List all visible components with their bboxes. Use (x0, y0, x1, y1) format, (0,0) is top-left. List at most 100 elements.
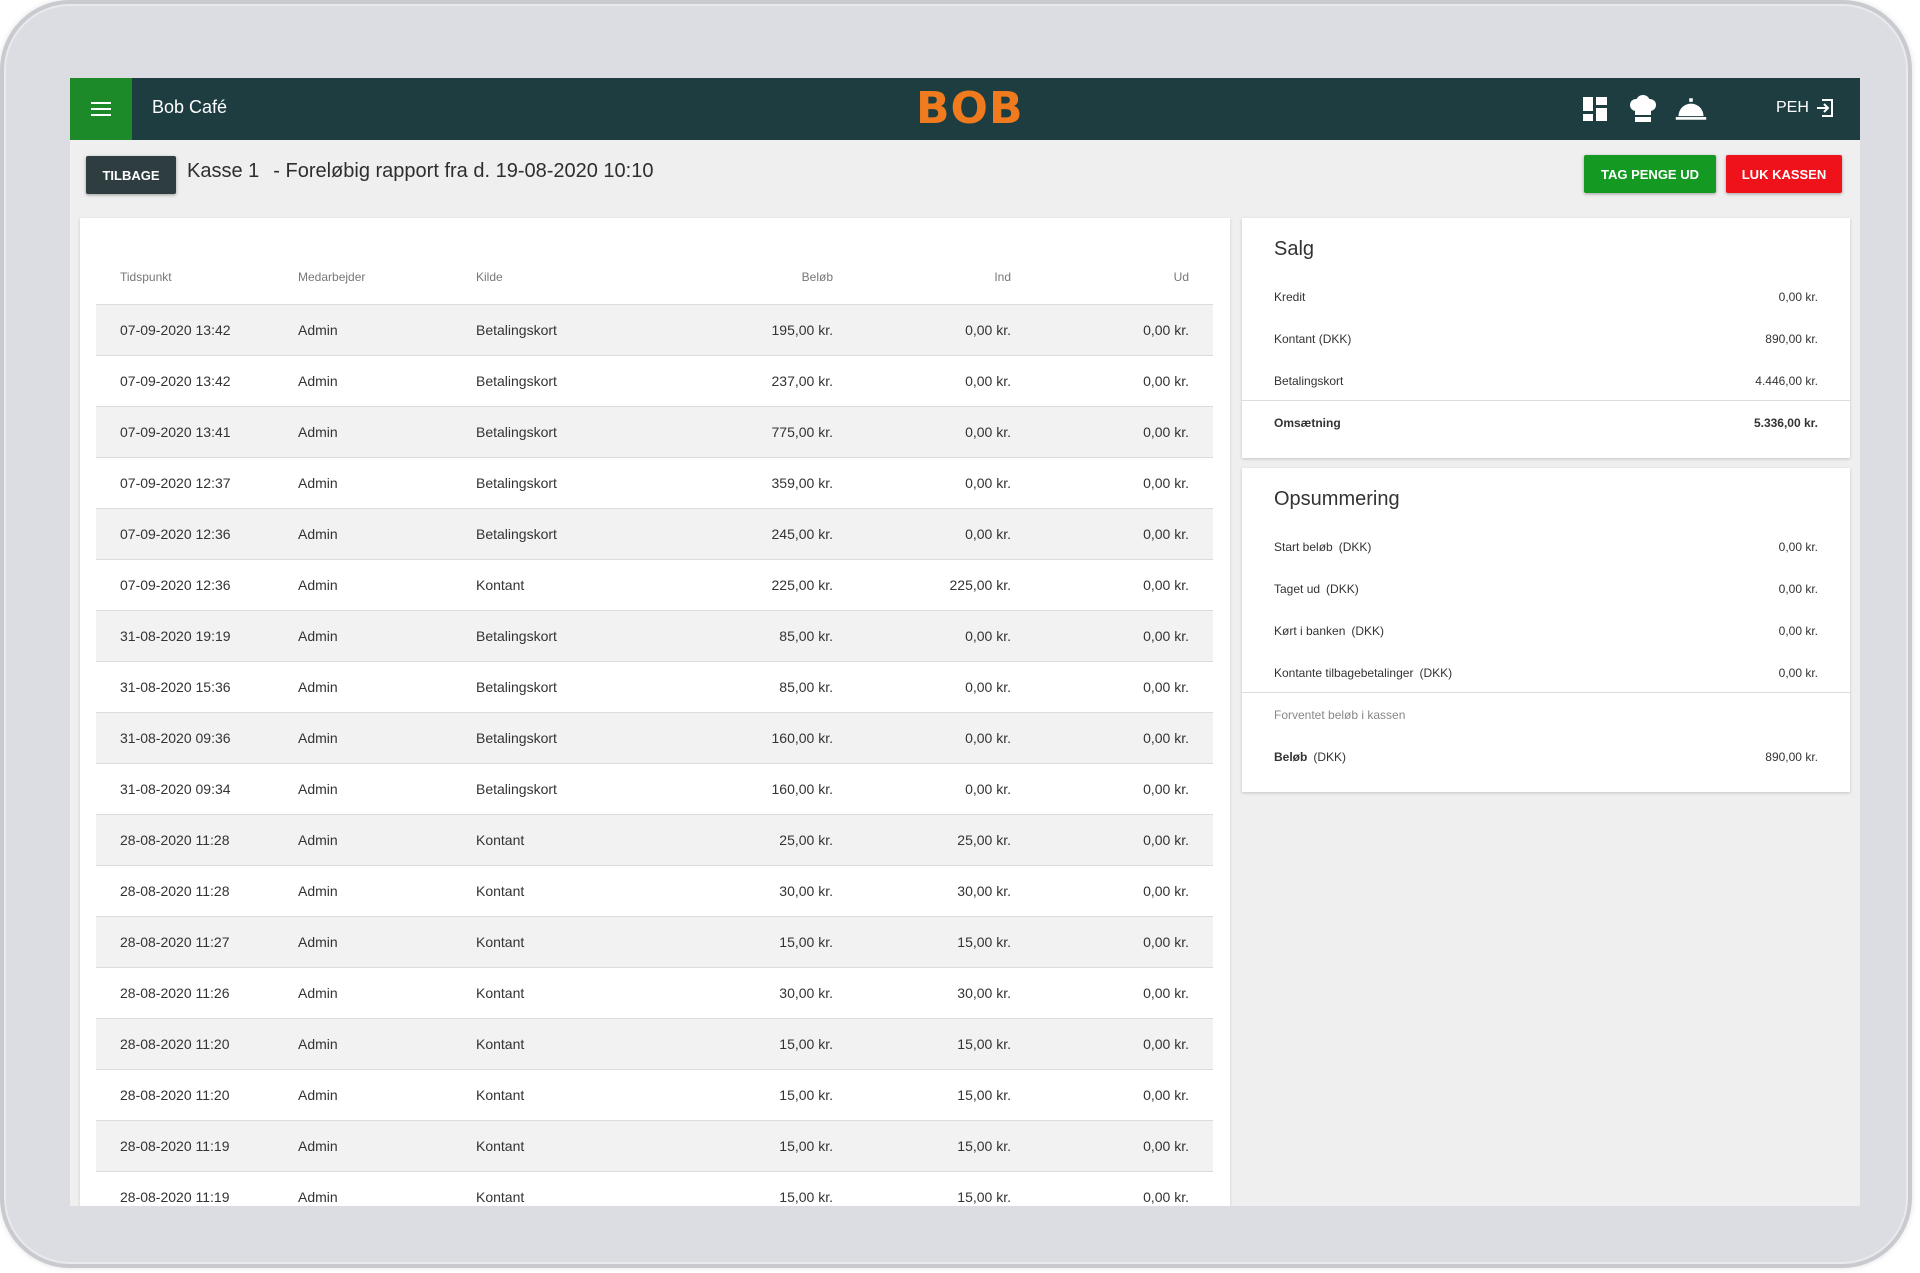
user-initials: PEH (1776, 99, 1809, 116)
close-register-button[interactable]: LUK KASSEN (1726, 155, 1842, 193)
cell-time: 07-09-2020 13:41 (120, 424, 231, 440)
cell-in: 15,00 kr. (957, 934, 1011, 950)
cell-time: 07-09-2020 13:42 (120, 373, 231, 389)
table-row[interactable]: 07-09-2020 13:41 Admin Betalingskort 775,00… (96, 407, 1213, 458)
column-header-in[interactable]: Ind (994, 270, 1011, 284)
cell-source: Kontant (476, 1036, 525, 1052)
menu-button[interactable] (70, 78, 132, 140)
cell-employee: Admin (298, 832, 338, 848)
column-header-out[interactable]: Ud (1174, 270, 1189, 284)
cell-in: 0,00 kr. (965, 373, 1011, 389)
cell-time: 28-08-2020 11:27 (120, 934, 230, 950)
column-header-amount[interactable]: Beløb (802, 270, 833, 284)
cell-in: 15,00 kr. (957, 1087, 1011, 1103)
expected-amount-note: Forventet beløb i kassen (1274, 708, 1406, 722)
cell-out: 0,00 kr. (1143, 526, 1189, 542)
cell-employee: Admin (298, 526, 338, 542)
table-row[interactable]: 07-09-2020 12:36 Admin Betalingskort 245,00… (96, 509, 1213, 560)
cell-out: 0,00 kr. (1143, 1087, 1189, 1103)
transactions-card: Tidspunkt Medarbejder Kilde Beløb Ind Ud… (80, 218, 1230, 1206)
summary-label-text: Taget ud (1274, 582, 1321, 596)
cell-out: 0,00 kr. (1143, 1189, 1189, 1205)
cell-in: 25,00 kr. (957, 832, 1011, 848)
sales-row-cash: Kontant (DKK) 890,00 kr. (1274, 332, 1818, 348)
table-row[interactable]: 28-08-2020 11:19 Admin Kontant 15,00 kr. 15,… (96, 1121, 1213, 1172)
cell-source: Betalingskort (476, 475, 557, 491)
cell-employee: Admin (298, 934, 338, 950)
tablet-frame: Bob Café BOB PEH TILBAGE Kasse 1 - Forel… (0, 0, 1912, 1268)
table-row[interactable]: 28-08-2020 11:20 Admin Kontant 15,00 kr. 15,… (96, 1019, 1213, 1070)
dashboard-icon[interactable] (1578, 94, 1612, 124)
cell-time: 07-09-2020 13:42 (120, 322, 231, 338)
summary-value: 0,00 kr. (1778, 666, 1818, 680)
cell-in: 0,00 kr. (965, 781, 1011, 797)
cell-source: Betalingskort (476, 373, 557, 389)
chef-hat-icon[interactable] (1626, 94, 1660, 124)
logout-icon[interactable] (1815, 98, 1835, 118)
summary-amount-label: Beløb (DKK) (1274, 750, 1346, 764)
cell-source: Kontant (476, 1138, 525, 1154)
table-row[interactable]: 28-08-2020 11:28 Admin Kontant 25,00 kr. 25,… (96, 815, 1213, 866)
sales-label: Kredit (1274, 290, 1306, 304)
cell-employee: Admin (298, 1036, 338, 1052)
cell-employee: Admin (298, 577, 338, 593)
table-row[interactable]: 07-09-2020 12:37 Admin Betalingskort 359,00… (96, 458, 1213, 509)
table-row[interactable]: 28-08-2020 11:27 Admin Kontant 15,00 kr. 15,… (96, 917, 1213, 968)
cell-amount: 160,00 kr. (771, 781, 834, 797)
sales-value: 4.446,00 kr. (1755, 374, 1818, 388)
table-row[interactable]: 31-08-2020 09:36 Admin Betalingskort 160,00… (96, 713, 1213, 764)
cell-out: 0,00 kr. (1143, 1138, 1189, 1154)
cell-time: 28-08-2020 11:20 (120, 1087, 230, 1103)
report-title: - Foreløbig rapport fra d. 19-08-2020 10… (273, 160, 654, 182)
page-title: Kasse 1 - Foreløbig rapport fra d. 19-08-… (187, 160, 653, 183)
cell-source: Kontant (476, 883, 525, 899)
table-row[interactable]: 28-08-2020 11:20 Admin Kontant 15,00 kr. 15,… (96, 1070, 1213, 1121)
summary-value: 0,00 kr. (1778, 624, 1818, 638)
sales-row-card: Betalingskort 4.446,00 kr. (1274, 374, 1818, 390)
cell-amount: 775,00 kr. (771, 424, 834, 440)
table-row[interactable]: 28-08-2020 11:19 Admin Kontant 15,00 kr. 15,… (96, 1172, 1213, 1206)
table-row[interactable]: 07-09-2020 13:42 Admin Betalingskort 237,00… (96, 356, 1213, 407)
back-button[interactable]: TILBAGE (86, 156, 176, 194)
cell-source: Betalingskort (476, 526, 557, 542)
table-row[interactable]: 07-09-2020 13:42 Admin Betalingskort 195,00… (96, 305, 1213, 356)
column-header-source[interactable]: Kilde (476, 270, 503, 284)
cell-time: 28-08-2020 11:19 (120, 1189, 230, 1205)
summary-value: 0,00 kr. (1778, 540, 1818, 554)
cell-employee: Admin (298, 373, 338, 389)
cell-amount: 15,00 kr. (779, 1036, 833, 1052)
user-menu[interactable]: PEH (1776, 98, 1835, 118)
service-bell-icon[interactable] (1674, 94, 1708, 124)
cell-time: 07-09-2020 12:36 (120, 577, 231, 593)
table-row[interactable]: 31-08-2020 19:19 Admin Betalingskort 85,00 … (96, 611, 1213, 662)
sales-label: Betalingskort (1274, 374, 1344, 388)
sales-label: Kontant (DKK) (1274, 332, 1352, 346)
cell-in: 0,00 kr. (965, 526, 1011, 542)
cell-out: 0,00 kr. (1143, 322, 1189, 338)
table-row[interactable]: 28-08-2020 11:26 Admin Kontant 30,00 kr. 30,… (96, 968, 1213, 1019)
cell-source: Kontant (476, 832, 525, 848)
column-header-employee[interactable]: Medarbejder (298, 270, 365, 284)
cell-time: 31-08-2020 19:19 (120, 628, 231, 644)
take-money-out-button[interactable]: TAG PENGE UD (1584, 155, 1716, 193)
summary-row-refunds: Kontante tilbagebetalinger (DKK) 0,00 kr. (1274, 666, 1818, 682)
summary-row-taken-out: Taget ud (DKK) 0,00 kr. (1274, 582, 1818, 598)
table-row[interactable]: 31-08-2020 09:34 Admin Betalingskort 160,00… (96, 764, 1213, 815)
cell-amount: 85,00 kr. (779, 679, 833, 695)
table-row[interactable]: 07-09-2020 12:36 Admin Kontant 225,00 kr. 22… (96, 560, 1213, 611)
cell-employee: Admin (298, 322, 338, 338)
cell-employee: Admin (298, 883, 338, 899)
summary-label: Taget ud (DKK) (1274, 582, 1359, 596)
cell-time: 31-08-2020 09:36 (120, 730, 231, 746)
table-row[interactable]: 28-08-2020 11:28 Admin Kontant 30,00 kr. 30,… (96, 866, 1213, 917)
sales-value: 890,00 kr. (1765, 332, 1818, 346)
cell-source: Kontant (476, 1189, 525, 1205)
cell-in: 0,00 kr. (965, 628, 1011, 644)
column-header-time[interactable]: Tidspunkt (120, 270, 172, 284)
cell-out: 0,00 kr. (1143, 730, 1189, 746)
cell-out: 0,00 kr. (1143, 832, 1189, 848)
summary-title: Opsummering (1274, 488, 1400, 510)
table-row[interactable]: 31-08-2020 15:36 Admin Betalingskort 85,00 … (96, 662, 1213, 713)
sales-divider (1242, 400, 1850, 401)
cell-in: 0,00 kr. (965, 475, 1011, 491)
